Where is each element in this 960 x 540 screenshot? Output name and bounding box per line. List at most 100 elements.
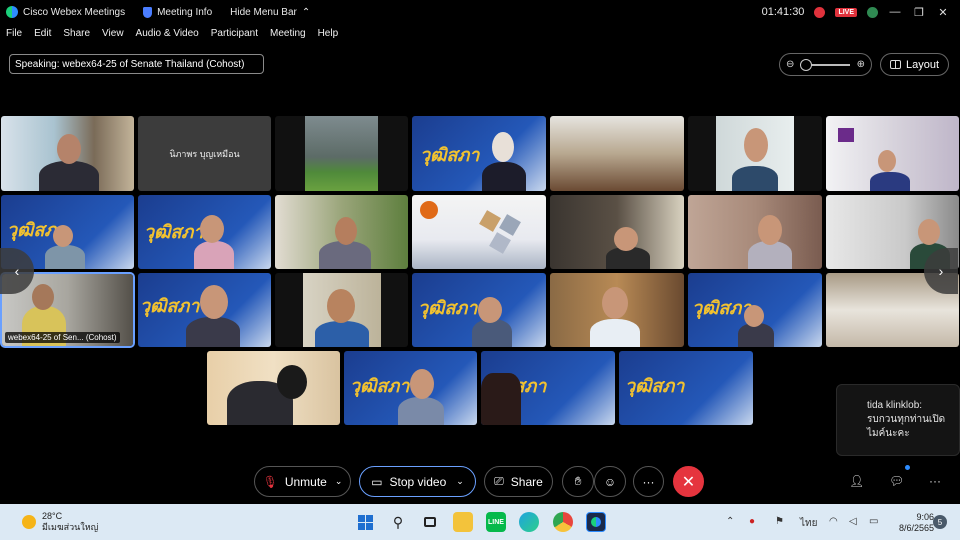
zoom-in-icon[interactable]: ⊕ — [857, 59, 865, 70]
weather-sun-icon — [22, 515, 36, 529]
search-icon: ⚲ — [392, 513, 404, 530]
tray-flag-icon[interactable]: ⚑ — [775, 516, 784, 527]
video-tile[interactable] — [550, 116, 684, 191]
name-only-tile[interactable]: นิภาพร บุญเหมือน — [138, 116, 271, 191]
stop-video-button[interactable]: ▭ Stop video ⌄ — [359, 466, 476, 497]
file-explorer-button[interactable] — [453, 512, 473, 532]
menu-participant[interactable]: Participant — [211, 28, 258, 39]
zoom-slider[interactable] — [799, 58, 850, 71]
webex-window: Cisco Webex Meetings Meeting Info Hide M… — [0, 0, 960, 540]
chevron-left-icon: ‹ — [14, 263, 20, 279]
notification-count-badge[interactable]: 5 — [933, 515, 947, 529]
zoom-out-icon[interactable]: ⊖ — [786, 59, 794, 70]
video-tile[interactable]: วุฒิสภา — [138, 273, 271, 347]
tray-chevron-up-icon[interactable]: ⌃ — [726, 516, 734, 527]
webex-app-icon — [591, 517, 601, 527]
edge-browser-button[interactable] — [519, 512, 539, 532]
hand-icon: ✋︎ — [574, 474, 582, 488]
chevron-down-icon[interactable]: ⌄ — [456, 476, 464, 487]
zoom-control[interactable]: ⊖ ⊕ — [779, 53, 872, 76]
tray-app-icon[interactable]: ● — [749, 516, 755, 527]
video-tile[interactable] — [550, 273, 684, 347]
line-app-button[interactable]: LINE — [486, 512, 506, 532]
chevron-up-icon: ⌃ — [301, 6, 311, 18]
search-button[interactable]: ⚲ — [388, 512, 408, 532]
share-button[interactable]: ⎚ Share — [484, 466, 553, 497]
menu-audio-video[interactable]: Audio & Video — [136, 28, 199, 39]
banner-text: วุฒิสภา — [625, 376, 685, 397]
restore-button[interactable]: ❐ — [912, 6, 926, 19]
minimize-button[interactable]: — — [888, 6, 902, 18]
webex-taskbar-button[interactable] — [586, 512, 606, 532]
input-language[interactable]: ไทย — [800, 516, 817, 531]
menu-meeting[interactable]: Meeting — [270, 28, 306, 39]
smiley-icon: ☺ — [603, 474, 617, 489]
title-bar: Cisco Webex Meetings Meeting Info Hide M… — [0, 0, 960, 24]
task-view-button[interactable] — [420, 512, 440, 532]
taskbar-clock[interactable]: 9:06 8/6/2565 — [899, 512, 934, 534]
app-title: Cisco Webex Meetings — [0, 6, 125, 18]
video-tile[interactable]: วุฒิสภา — [412, 273, 546, 347]
video-tile[interactable]: วุฒิสภา — [344, 351, 477, 425]
windows-logo-icon — [357, 514, 373, 530]
participants-icon[interactable]: 👤︎ — [849, 474, 864, 488]
line-icon: LINE — [488, 518, 504, 526]
video-tile[interactable]: วุฒิสภา — [138, 195, 271, 269]
close-button[interactable]: ✕ — [936, 6, 950, 19]
hand-raise-button[interactable]: ✋︎ — [562, 466, 594, 497]
live-badge: LIVE — [835, 7, 857, 17]
video-tile[interactable] — [275, 195, 408, 269]
menu-view[interactable]: View — [102, 28, 124, 39]
shield-icon — [143, 6, 153, 18]
menu-edit[interactable]: Edit — [34, 28, 51, 39]
video-tile[interactable] — [688, 195, 822, 269]
menu-file[interactable]: File — [6, 28, 22, 39]
chevron-right-icon: › — [938, 263, 944, 279]
camera-icon: ▭ — [371, 474, 383, 489]
layout-button[interactable]: Layout — [880, 53, 949, 76]
banner-text: วุฒิสภา — [140, 296, 200, 317]
more-panels-icon[interactable]: ··· — [929, 474, 941, 488]
participant-name: นิภาพร บุญเหมือน — [169, 148, 240, 159]
meeting-info-button[interactable]: Meeting Info — [143, 6, 212, 18]
reactions-button[interactable]: ☺ — [594, 466, 626, 497]
weather-widget[interactable]: 28°C มีเมฆส่วนใหญ่ — [22, 511, 98, 533]
connection-icon — [867, 6, 878, 18]
mic-muted-icon: 🎙︎ — [262, 474, 278, 489]
banner-text: วุฒิสภา — [692, 298, 752, 319]
video-tile[interactable]: วุฒิสภา — [619, 351, 753, 425]
menu-bar: File Edit Share View Audio & Video Parti… — [0, 25, 344, 41]
share-screen-icon: ⎚ — [494, 474, 504, 488]
zoom-thumb[interactable] — [799, 58, 812, 71]
video-tile[interactable] — [207, 351, 340, 425]
video-tile[interactable] — [275, 116, 408, 191]
start-button[interactable] — [355, 512, 375, 532]
hide-menu-bar-button[interactable]: Hide Menu Bar ⌃ — [230, 7, 310, 18]
menu-help[interactable]: Help — [318, 28, 339, 39]
video-tile[interactable]: วุฒิสภา — [412, 116, 546, 191]
video-tile[interactable] — [826, 116, 959, 191]
unmute-button[interactable]: 🎙︎ Unmute ⌄ — [254, 466, 351, 497]
video-tile[interactable] — [275, 273, 408, 347]
chat-message-line: รบกวนทุกท่านเปิด — [867, 414, 946, 425]
wifi-icon[interactable]: ◠ — [829, 516, 838, 527]
chat-notification[interactable]: tida klinklob: รบกวนทุกท่านเปิด ไมค์นะคะ — [836, 384, 960, 456]
menu-share[interactable]: Share — [63, 28, 90, 39]
volume-icon[interactable]: ◁ — [849, 516, 857, 527]
video-tile[interactable] — [550, 195, 684, 269]
video-tile[interactable]: วุฒิสภา — [481, 351, 615, 425]
video-tile[interactable] — [412, 195, 546, 269]
webex-logo-icon — [6, 6, 18, 18]
chat-icon[interactable]: 💬︎ — [889, 474, 904, 488]
battery-icon[interactable]: ▭ — [869, 516, 878, 527]
banner-text: วุฒิสภา — [144, 222, 204, 243]
video-tile[interactable] — [688, 116, 822, 191]
leave-meeting-button[interactable]: ✕ — [673, 466, 704, 497]
chat-sender: tida klinklob: — [867, 400, 923, 411]
banner-text: วุฒิสภา — [350, 376, 410, 397]
chrome-browser-button[interactable] — [553, 512, 573, 532]
video-tile[interactable]: วุฒิสภา — [688, 273, 822, 347]
video-tile[interactable] — [1, 116, 134, 191]
more-options-button[interactable]: ··· — [633, 466, 664, 497]
chevron-down-icon[interactable]: ⌄ — [335, 476, 343, 487]
